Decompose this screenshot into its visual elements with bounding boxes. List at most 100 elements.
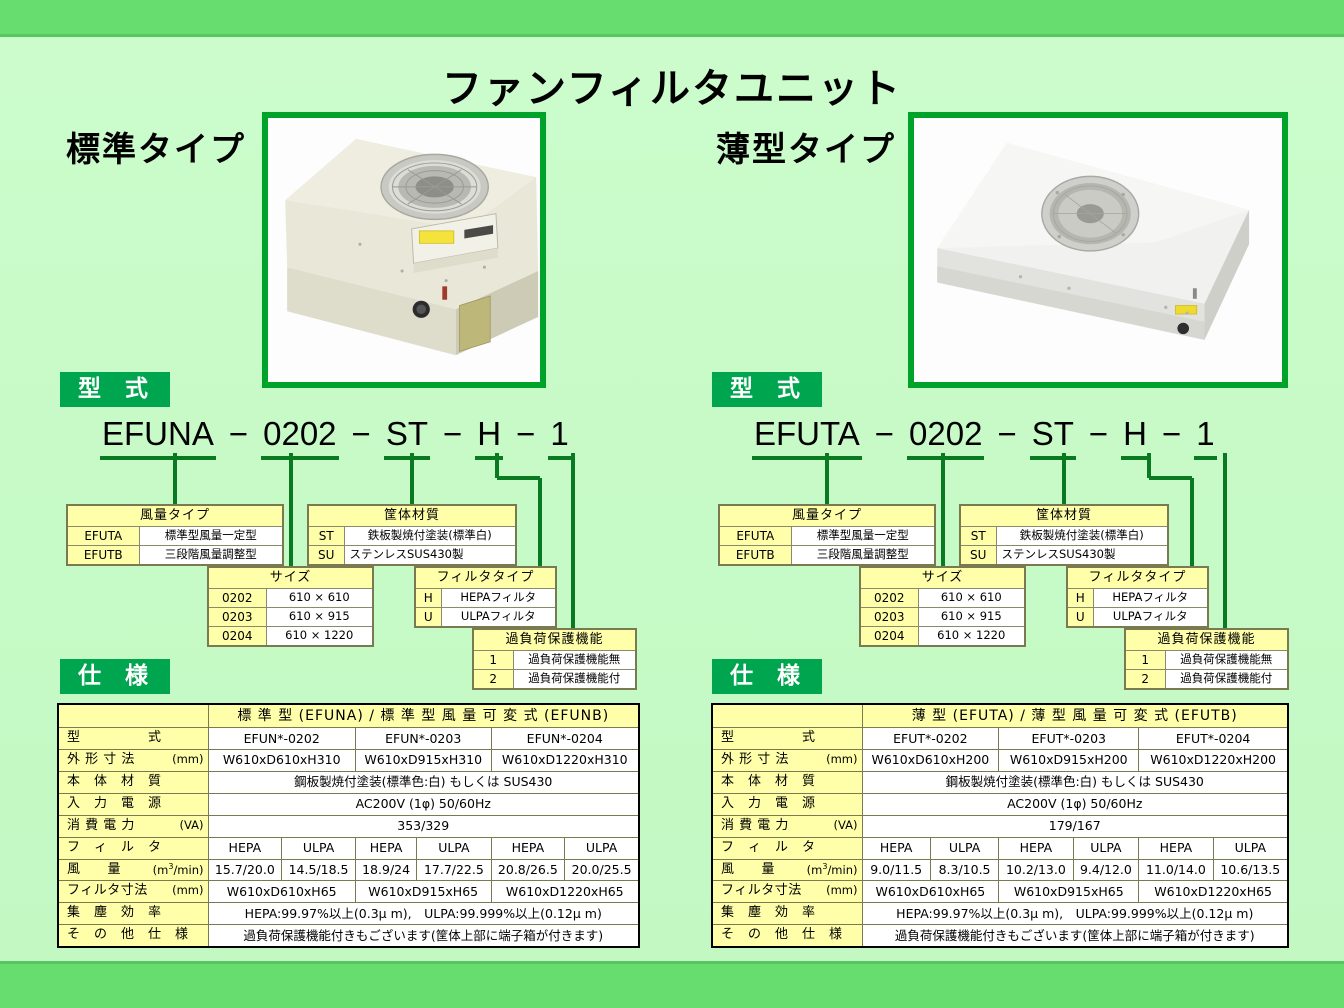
- legend-key: U: [414, 606, 442, 628]
- legend-key: 0203: [859, 606, 919, 627]
- table-row: 型 式 EFUN*-0202 EFUN*-0203 EFUN*-0204: [57, 727, 640, 751]
- table-row: 外 形 寸 法 (mm) W610xD610xH200 W610xD915xH20…: [711, 749, 1289, 772]
- spec-cell: AC200V (1φ) 50/60Hz: [207, 792, 640, 816]
- code-dash: −: [874, 415, 895, 452]
- spec-cell: 11.0/14.0: [1138, 858, 1214, 882]
- legend-header: サイズ: [859, 566, 1026, 589]
- spec-row-label: そ の 他 仕 様: [711, 924, 863, 948]
- legend-value: 鉄板製焼付塗装(標準白): [995, 525, 1169, 546]
- standard-ffu-illustration: [268, 118, 540, 382]
- spec-row-label: 集 塵 効 率: [57, 902, 209, 926]
- spec-section-badge-thin: 仕 様: [712, 659, 823, 695]
- spec-cell: W610xD1220xH65: [490, 880, 640, 904]
- spec-row-label: 消 費 電 力 (VA): [57, 814, 209, 838]
- standard-ffu-photo: [262, 112, 546, 388]
- code-dash: −: [1088, 415, 1109, 452]
- spec-cell: HEPA: [861, 836, 931, 860]
- legend-key: EFUTA: [718, 525, 792, 546]
- legend-airflow-type-standard: 風量タイプ EFUTA 標準型風量一定型 EFUTB 三段階風量調整型: [66, 504, 284, 566]
- legend-header: 筐体材質: [307, 504, 517, 527]
- legend-value: 鉄板製焼付塗装(標準白): [343, 525, 517, 546]
- spec-cell: W610xD915xH310: [354, 749, 492, 772]
- legend-overload-protection-standard: 過負荷保護機能 1 過負荷保護機能無 2 過負荷保護機能付: [472, 628, 637, 690]
- table-row: 消 費 電 力 (VA) 353/329: [57, 814, 640, 838]
- spec-cell: 9.0/11.5: [861, 858, 931, 882]
- table-row: そ の 他 仕 様 過負荷保護機能付きもございます(筐体上部に端子箱が付きます): [711, 924, 1289, 948]
- table-row: フ ィ ル タ HEPA ULPA HEPA ULPA HEPA ULPA: [57, 836, 640, 860]
- spec-cell: HEPA: [998, 836, 1074, 860]
- code-filter-thin: H: [1121, 415, 1149, 460]
- spec-row-label: 風 量 (m3/min): [711, 858, 863, 882]
- legend-key: 0202: [207, 587, 267, 608]
- model-code-standard: EFUNA − 0202 − ST − H − 1: [100, 415, 572, 460]
- spec-cell: 18.9/24: [354, 858, 418, 882]
- legend-size-standard: サイズ 0202 610 × 610 0203 610 × 915 0204 6…: [207, 566, 374, 648]
- legend-value: ULPAフィルタ: [1092, 606, 1209, 628]
- spec-row-label: 型 式: [57, 727, 209, 751]
- table-row: 薄 型 (EFUTA) / 薄 型 風 量 可 変 式 (EFUTB): [711, 703, 1289, 729]
- spec-cell: EFUT*-0203: [998, 727, 1140, 751]
- model-code-thin: EFUTA − 0202 − ST − H − 1: [752, 415, 1218, 460]
- spec-row-label: 外 形 寸 法 (mm): [711, 749, 863, 772]
- spec-cell: AC200V (1φ) 50/60Hz: [861, 792, 1289, 816]
- code-size-standard: 0202: [261, 415, 339, 460]
- spec-cell: 17.7/22.5: [416, 858, 492, 882]
- spec-cell: 10.2/13.0: [998, 858, 1074, 882]
- table-row: 消 費 電 力 (VA) 179/167: [711, 814, 1289, 838]
- spec-row-label: フ ィ ル タ: [711, 836, 863, 860]
- legend-filter-type-standard: フィルタタイプ H HEPAフィルタ U ULPAフィルタ: [414, 566, 557, 628]
- legend-header: 風量タイプ: [66, 504, 284, 527]
- code-material-standard: ST: [383, 415, 431, 460]
- code-overload-thin: 1: [1194, 415, 1218, 460]
- spec-cell: 15.7/20.0: [207, 858, 283, 882]
- spec-cell: 20.0/25.5: [564, 858, 640, 882]
- table-row: そ の 他 仕 様 過負荷保護機能付きもございます(筐体上部に端子箱が付きます): [57, 924, 640, 948]
- thin-ffu-photo: [908, 112, 1288, 388]
- legend-key: H: [1066, 587, 1094, 608]
- legend-size-thin: サイズ 0202 610 × 610 0203 610 × 915 0204 6…: [859, 566, 1026, 648]
- legend-header: サイズ: [207, 566, 374, 589]
- code-dash: −: [516, 415, 536, 452]
- table-row: 集 塵 効 率 HEPA:99.97%以上(0.3μ m), ULPA:99.9…: [57, 902, 640, 926]
- spec-cell: HEPA:99.97%以上(0.3μ m), ULPA:99.999%以上(0.…: [207, 902, 640, 926]
- spec-cell: EFUN*-0203: [354, 727, 492, 751]
- legend-value: HEPAフィルタ: [440, 587, 557, 608]
- spec-cell: W610xD610xH200: [861, 749, 1000, 772]
- spec-cell: 10.6/13.5: [1212, 858, 1289, 882]
- legend-value: 過負荷保護機能付: [1164, 668, 1289, 690]
- code-dash: −: [443, 415, 463, 452]
- legend-value: 過負荷保護機能無: [1164, 649, 1289, 670]
- legend-value: 過負荷保護機能付: [512, 668, 637, 690]
- spec-corner-cell: [711, 703, 863, 729]
- model-section-badge-standard: 型 式: [60, 372, 171, 408]
- table-row: フィルタ寸法 (mm) W610xD610xH65 W610xD915xH65 W…: [57, 880, 640, 904]
- legend-value: 610 × 610: [265, 587, 374, 608]
- spec-cell: W610xD610xH65: [861, 880, 1000, 904]
- legend-header: 過負荷保護機能: [1124, 628, 1289, 651]
- legend-header: 過負荷保護機能: [472, 628, 637, 651]
- legend-key: U: [1066, 606, 1094, 628]
- standard-type-label: 標準タイプ: [66, 130, 246, 170]
- legend-key: EFUTA: [66, 525, 140, 546]
- spec-cell: HEPA: [1138, 836, 1214, 860]
- legend-overload-protection-thin: 過負荷保護機能 1 過負荷保護機能無 2 過負荷保護機能付: [1124, 628, 1289, 690]
- page-title: ファンフィルタユニット: [442, 66, 902, 112]
- table-row: 風 量 (m3/min) 15.7/20.0 14.5/18.5 18.9/24 …: [57, 858, 640, 882]
- spec-row-label: 風 量 (m3/min): [57, 858, 209, 882]
- code-dash: −: [228, 415, 249, 452]
- legend-value: HEPAフィルタ: [1092, 587, 1209, 608]
- spec-cell: ULPA: [281, 836, 356, 860]
- spec-cell: 鋼板製焼付塗装(標準色:白) もしくは SUS430: [207, 770, 640, 794]
- spec-table-standard: 標 準 型 (EFUNA) / 標 準 型 風 量 可 変 式 (EFUNB) …: [57, 703, 640, 949]
- spec-row-label: 消 費 電 力 (VA): [711, 814, 863, 838]
- table-row: 入 力 電 源 AC200V (1φ) 50/60Hz: [57, 792, 640, 816]
- spec-cell: EFUN*-0204: [490, 727, 640, 751]
- table-row: フィルタ寸法 (mm) W610xD610xH65 W610xD915xH65 W…: [711, 880, 1289, 904]
- spec-row-label: 本 体 材 質: [57, 770, 209, 794]
- legend-value: 三段階風量調整型: [790, 544, 936, 566]
- legend-key: EFUTB: [66, 544, 140, 566]
- legend-key: 1: [472, 649, 514, 670]
- thin-ffu-illustration: [914, 118, 1282, 382]
- table-row: 型 式 EFUT*-0202 EFUT*-0203 EFUT*-0204: [711, 727, 1289, 751]
- spec-cell: ULPA: [1212, 836, 1289, 860]
